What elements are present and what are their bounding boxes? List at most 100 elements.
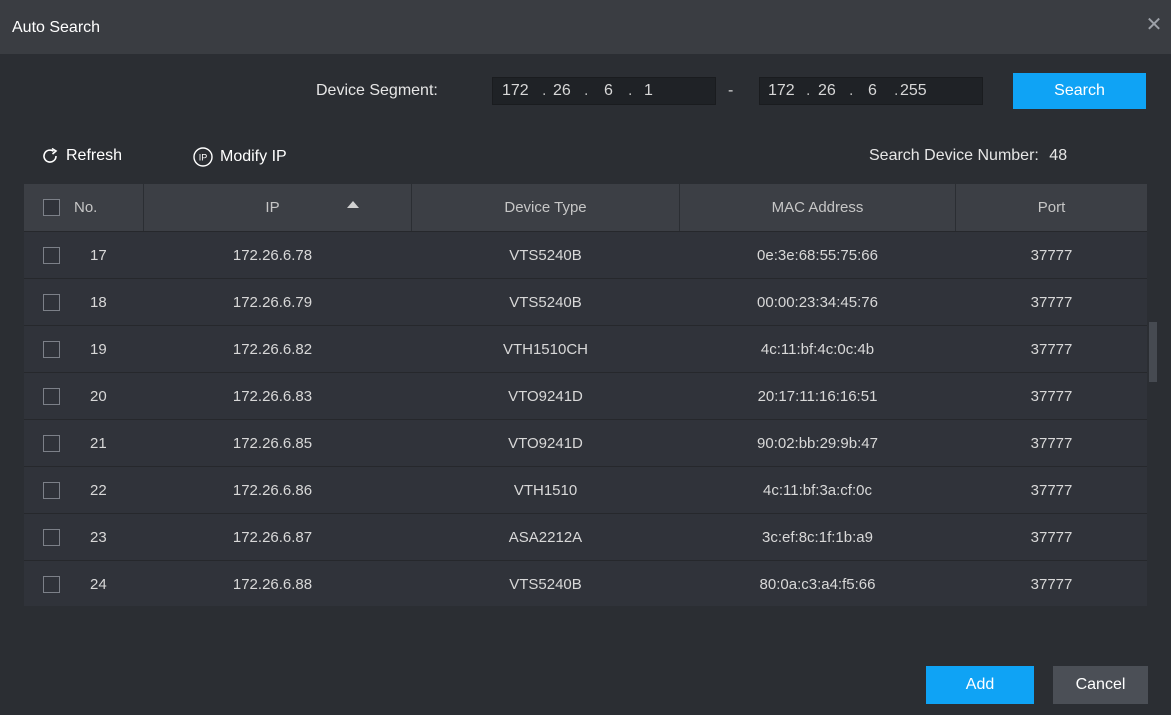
cell-port: 37777 — [1030, 482, 1073, 499]
cell-ip: 172.26.6.87 — [232, 529, 313, 546]
row-checkbox[interactable] — [43, 294, 60, 311]
refresh-button[interactable]: Refresh — [40, 146, 122, 166]
cell-no: 19 — [90, 341, 107, 358]
ip-icon: IP — [193, 147, 213, 167]
cell-port: 37777 — [1030, 294, 1073, 311]
column-header-device-type[interactable]: Device Type — [412, 184, 680, 231]
start-ip-input[interactable]: 172 . 26 . 6 . 1 — [492, 77, 716, 105]
add-button[interactable]: Add — [926, 666, 1034, 704]
table-row[interactable]: 24 172.26.6.88 VTS5240B 80:0a:c3:a4:f5:66 37… — [24, 560, 1147, 606]
cell-port: 37777 — [1030, 435, 1073, 452]
column-header-ip[interactable]: IP — [134, 184, 412, 231]
end-ip-octet-3[interactable]: 6 — [868, 82, 877, 100]
cell-mac-address: 4c:11:bf:3a:cf:0c — [763, 482, 872, 499]
row-checkbox[interactable] — [43, 435, 60, 452]
cell-no: 18 — [90, 294, 107, 311]
cell-no: 23 — [90, 529, 107, 546]
column-header-port[interactable]: Port — [956, 184, 1147, 231]
end-ip-octet-4[interactable]: 255 — [900, 82, 927, 100]
modify-ip-button[interactable]: IP Modify IP — [192, 146, 287, 168]
cell-mac-address: 20:17:11:16:16:51 — [757, 388, 878, 405]
device-count: Search Device Number: 48 — [869, 147, 1067, 165]
device-count-value: 48 — [1049, 147, 1068, 164]
end-ip-octet-2[interactable]: 26 — [818, 82, 836, 100]
table-row[interactable]: 23 172.26.6.87 ASA2212A 3c:ef:8c:1f:1b:a9 37… — [24, 513, 1147, 561]
title-bar: Auto Search ✕ — [0, 0, 1171, 54]
cell-device-type: VTO9241D — [508, 435, 583, 452]
device-count-label: Search Device Number: — [869, 147, 1039, 164]
ip-dot: . — [849, 82, 854, 99]
cell-no: 17 — [90, 247, 107, 264]
cell-ip: 172.26.6.86 — [232, 482, 313, 499]
cell-mac-address: 90:02:bb:29:9b:47 — [757, 435, 878, 452]
auto-search-dialog: Auto Search ✕ Device Segment: 172 . 26 .… — [0, 0, 1171, 715]
ip-dot: . — [806, 82, 811, 99]
close-icon[interactable]: ✕ — [1145, 15, 1163, 35]
search-button[interactable]: Search — [1013, 73, 1146, 109]
ip-dot: . — [584, 82, 589, 99]
cell-mac-address: 4c:11:bf:4c:0c:4b — [760, 341, 875, 358]
column-header-mac-address[interactable]: MAC Address — [680, 184, 956, 231]
row-checkbox[interactable] — [43, 388, 60, 405]
scrollbar-thumb[interactable] — [1149, 322, 1157, 382]
select-all-checkbox[interactable] — [43, 199, 60, 216]
cell-no: 20 — [90, 388, 107, 405]
cell-device-type: VTS5240B — [509, 294, 582, 311]
cell-device-type: ASA2212A — [508, 529, 583, 546]
device-table: No. IP Device Type MAC Address Port 17 17… — [24, 184, 1147, 606]
end-ip-input[interactable]: 172 . 26 . 6 . 255 — [759, 77, 983, 105]
table-row[interactable]: 18 172.26.6.79 VTS5240B 00:00:23:34:45:76 37… — [24, 278, 1147, 326]
refresh-label: Refresh — [66, 147, 123, 164]
sort-ascending-icon — [347, 201, 359, 208]
cell-port: 37777 — [1030, 388, 1073, 405]
table-row[interactable]: 19 172.26.6.82 VTH1510CH 4c:11:bf:4c:0c:4b 3… — [24, 325, 1147, 373]
row-checkbox[interactable] — [43, 529, 60, 546]
cell-device-type: VTH1510 — [513, 482, 578, 499]
table-row[interactable]: 20 172.26.6.83 VTO9241D 20:17:11:16:16:51 37… — [24, 372, 1147, 420]
cell-device-type: VTO9241D — [508, 388, 583, 405]
cell-device-type: VTS5240B — [509, 247, 582, 264]
cell-ip: 172.26.6.82 — [232, 341, 313, 358]
cell-device-type: VTS5240B — [509, 576, 582, 593]
table-row[interactable]: 17 172.26.6.78 VTS5240B 0e:3e:68:55:75:66 37… — [24, 231, 1147, 279]
start-ip-octet-1[interactable]: 172 — [502, 82, 529, 100]
table-row[interactable]: 21 172.26.6.85 VTO9241D 90:02:bb:29:9b:47 37… — [24, 419, 1147, 467]
scrollbar-track[interactable] — [1147, 231, 1159, 606]
cell-mac-address: 80:0a:c3:a4:f5:66 — [759, 576, 876, 593]
modify-ip-label: Modify IP — [220, 148, 287, 165]
cell-ip: 172.26.6.78 — [232, 247, 313, 264]
column-header-no[interactable]: No. — [64, 184, 144, 231]
cell-ip: 172.26.6.88 — [232, 576, 313, 593]
cell-ip: 172.26.6.79 — [232, 294, 313, 311]
cell-device-type: VTH1510CH — [502, 341, 589, 358]
row-checkbox[interactable] — [43, 341, 60, 358]
end-ip-octet-1[interactable]: 172 — [768, 82, 795, 100]
table-header: No. IP Device Type MAC Address Port — [24, 184, 1147, 231]
range-separator: - — [728, 82, 734, 99]
start-ip-octet-3[interactable]: 6 — [604, 82, 613, 100]
device-segment-label: Device Segment: — [316, 82, 438, 99]
cell-port: 37777 — [1030, 576, 1073, 593]
ip-dot: . — [894, 82, 899, 99]
cell-mac-address: 0e:3e:68:55:75:66 — [757, 247, 878, 264]
start-ip-octet-4[interactable]: 1 — [644, 82, 653, 100]
row-checkbox[interactable] — [43, 247, 60, 264]
cell-port: 37777 — [1030, 247, 1073, 264]
cell-port: 37777 — [1030, 341, 1073, 358]
column-header-ip-label: IP — [265, 199, 280, 216]
ip-dot: . — [542, 82, 547, 99]
table-row[interactable]: 22 172.26.6.86 VTH1510 4c:11:bf:3a:cf:0c 377… — [24, 466, 1147, 514]
cell-no: 21 — [90, 435, 107, 452]
cell-ip: 172.26.6.85 — [232, 435, 313, 452]
cell-mac-address: 00:00:23:34:45:76 — [757, 294, 878, 311]
start-ip-octet-2[interactable]: 26 — [553, 82, 571, 100]
cancel-button[interactable]: Cancel — [1053, 666, 1148, 704]
cell-no: 24 — [90, 576, 107, 593]
row-checkbox[interactable] — [43, 576, 60, 593]
cell-mac-address: 3c:ef:8c:1f:1b:a9 — [762, 529, 873, 546]
ip-dot: . — [628, 82, 633, 99]
cell-ip: 172.26.6.83 — [232, 388, 313, 405]
cell-no: 22 — [90, 482, 107, 499]
row-checkbox[interactable] — [43, 482, 60, 499]
dialog-title: Auto Search — [12, 19, 101, 36]
